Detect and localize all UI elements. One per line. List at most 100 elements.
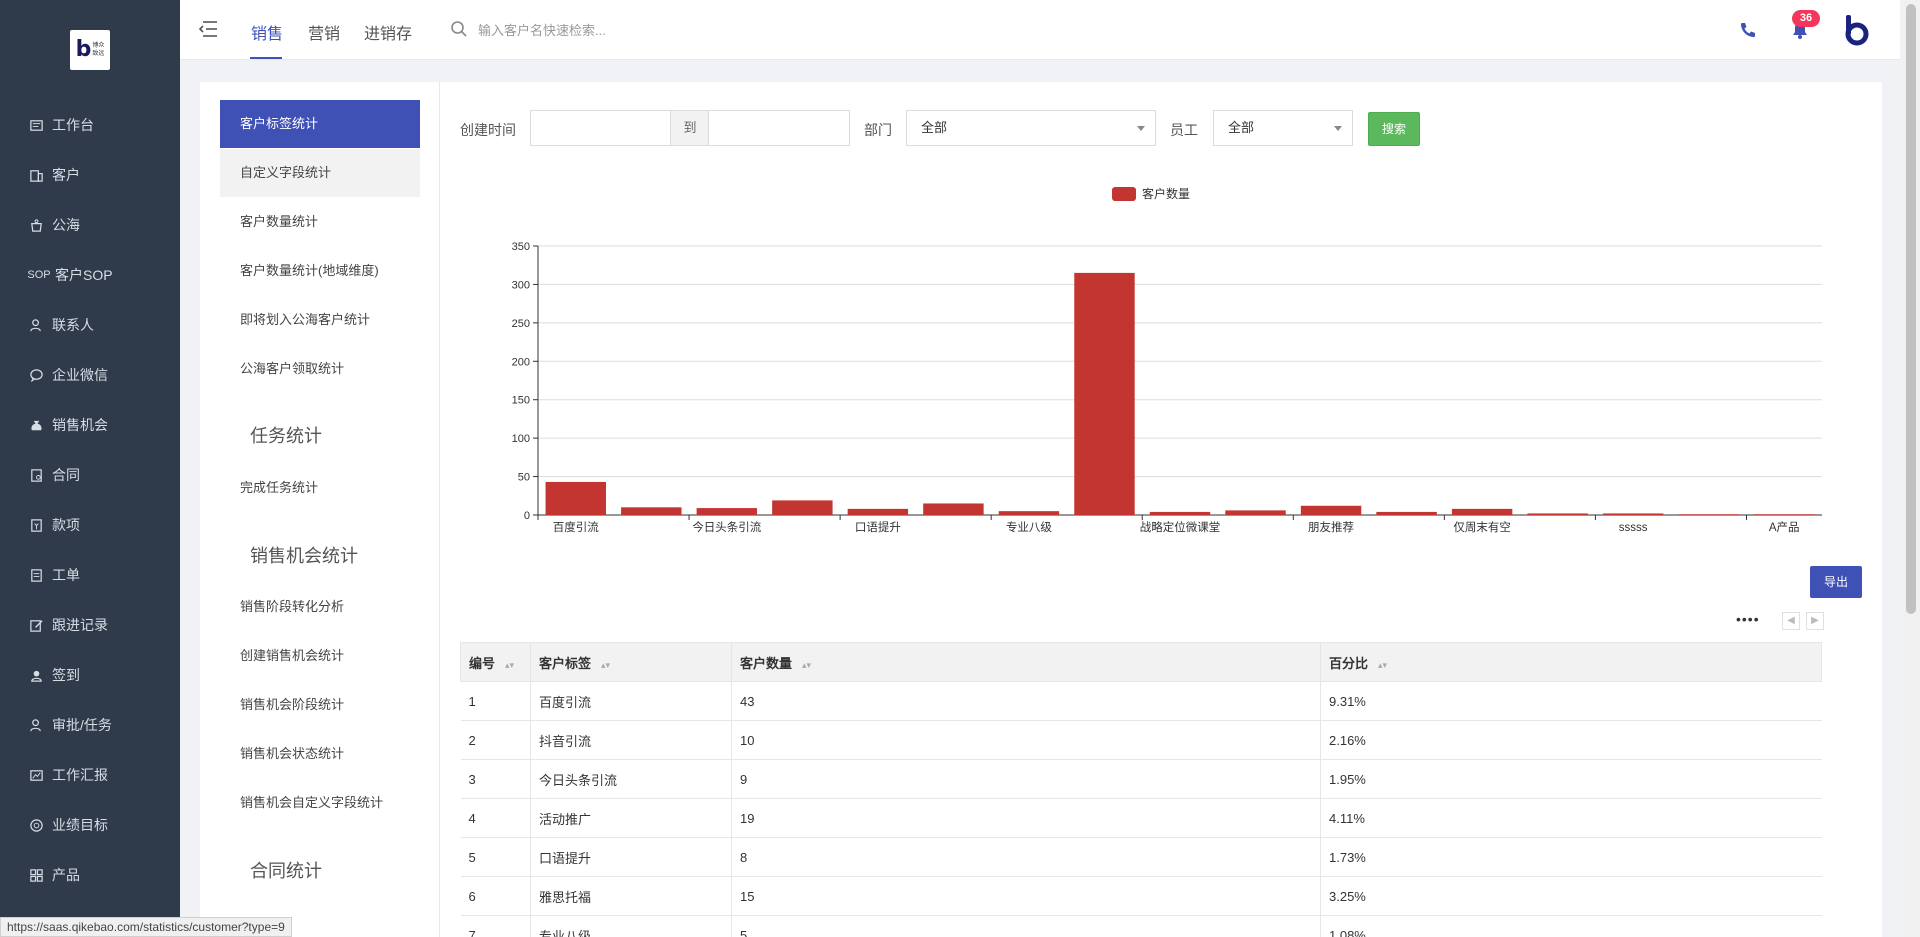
menu-customer-region-stats[interactable]: 客户数量统计(地域维度): [220, 247, 420, 295]
sidebar-item-checkin[interactable]: 签到: [0, 650, 180, 700]
contact-icon: [28, 317, 44, 333]
menu-opportunity-status[interactable]: 销售机会状态统计: [220, 730, 420, 778]
sidebar-item-wechat[interactable]: 企业微信: [0, 350, 180, 400]
logo-letter: b: [75, 37, 92, 62]
cell-id: 5: [460, 837, 531, 877]
next-page-icon[interactable]: ▶: [1806, 612, 1824, 630]
logo[interactable]: b 博众 致远: [70, 30, 110, 70]
bar: [696, 508, 758, 515]
bar: [1602, 513, 1664, 515]
sidebar-item-label: 公海: [52, 217, 80, 233]
menu-stage-conversion[interactable]: 销售阶段转化分析: [220, 583, 420, 631]
chevron-down-icon: [1334, 126, 1342, 131]
table-row[interactable]: 3 今日头条引流 9 1.95%: [460, 759, 1822, 799]
user-avatar[interactable]: [1840, 14, 1870, 46]
phone-icon[interactable]: [1738, 20, 1758, 40]
sidebar-item-customer[interactable]: 客户: [0, 150, 180, 200]
sidebar-item-report[interactable]: 工作汇报: [0, 750, 180, 800]
legend-label: 客户数量: [1142, 186, 1190, 201]
menu-toggle-icon[interactable]: [198, 20, 218, 38]
sort-icon[interactable]: ▴▾: [505, 660, 514, 670]
sidebar-item-contact[interactable]: 联系人: [0, 300, 180, 350]
table-row[interactable]: 4 活动推广 19 4.11%: [460, 798, 1822, 838]
menu-customer-count-stats[interactable]: 客户数量统计: [220, 198, 420, 246]
sidebar-item-approval[interactable]: 审批/任务: [0, 700, 180, 750]
notification-badge: 36: [1792, 10, 1820, 27]
bar: [1376, 511, 1437, 515]
sidebar-item-contract[interactable]: 合同: [0, 450, 180, 500]
export-button[interactable]: 导出: [1810, 566, 1862, 598]
prev-page-icon[interactable]: ◀: [1782, 612, 1800, 630]
menu-opportunity-custom-field[interactable]: 销售机会自定义字段统计: [220, 779, 420, 827]
report-icon: [28, 767, 44, 783]
table-row[interactable]: 5 口语提升 8 1.73%: [460, 837, 1822, 877]
cell-percent: 3.25%: [1320, 876, 1822, 916]
end-date-input[interactable]: [708, 110, 850, 146]
sidebar-item-payment[interactable]: 款项: [0, 500, 180, 550]
bar: [923, 503, 984, 515]
bar: [998, 511, 1060, 515]
tab-marketing[interactable]: 营销: [308, 20, 340, 44]
cell-count: 10: [731, 720, 1321, 760]
sidebar-item-label: 产品: [52, 867, 80, 883]
contract-icon: [28, 467, 44, 483]
cell-id: 7: [460, 915, 531, 937]
bar: [772, 500, 833, 515]
start-date-input[interactable]: [530, 110, 672, 146]
sidebar-item-ticket[interactable]: 工单: [0, 550, 180, 600]
bar: [1678, 514, 1739, 515]
sidebar-item-workbench[interactable]: 工作台: [0, 100, 180, 150]
sort-icon[interactable]: ▴▾: [1378, 660, 1387, 670]
y-tick-label: 150: [512, 395, 530, 407]
cell-count: 8: [731, 837, 1321, 877]
wechat-icon: [28, 367, 44, 383]
page-scrollbar[interactable]: [1902, 0, 1920, 937]
col-header-id[interactable]: 编号 ▴▾: [460, 642, 531, 682]
sort-icon[interactable]: ▴▾: [802, 660, 811, 670]
table-row[interactable]: 1 百度引流 43 9.31%: [460, 681, 1822, 721]
sidebar-item-money-bag[interactable]: 销售机会: [0, 400, 180, 450]
active-tab-underline: [250, 57, 282, 59]
sidebar-item-product[interactable]: 产品: [0, 850, 180, 900]
sort-icon[interactable]: ▴▾: [601, 660, 610, 670]
menu-custom-field-stats[interactable]: 自定义字段统计: [220, 149, 420, 197]
search-button[interactable]: 搜索: [1368, 112, 1420, 146]
y-tick-label: 50: [518, 472, 530, 484]
y-tick-label: 350: [512, 241, 530, 253]
sidebar: b 博众 致远 工作台客户公海 SOP 客户SOP 联系人 企业微信销售机会合同 款项 工单…: [0, 0, 180, 937]
group-title-contract: 合同统计: [250, 861, 322, 881]
product-icon: [28, 867, 44, 883]
y-tick-label: 200: [512, 356, 530, 368]
menu-task-complete-stats[interactable]: 完成任务统计: [220, 464, 420, 512]
sidebar-item-sea[interactable]: 公海: [0, 200, 180, 250]
cell-tag: 专业八级: [530, 915, 732, 937]
sidebar-item-label: 销售机会: [52, 417, 108, 433]
statistics-menu: 客户标签统计 自定义字段统计 客户数量统计 客户数量统计(地域维度) 即将划入公…: [200, 82, 440, 937]
tab-sales[interactable]: 销售: [251, 20, 283, 44]
table-row[interactable]: 6 雅思托福 15 3.25%: [460, 876, 1822, 916]
sidebar-item-label: 跟进记录: [52, 617, 108, 633]
menu-to-sea-stats[interactable]: 即将划入公海客户统计: [220, 296, 420, 344]
col-header-tag[interactable]: 客户标签 ▴▾: [530, 642, 732, 682]
sidebar-item-edit[interactable]: 跟进记录: [0, 600, 180, 650]
sidebar-item-target[interactable]: 业绩目标: [0, 800, 180, 850]
bar: [1225, 510, 1286, 515]
cell-count: 9: [731, 759, 1321, 799]
x-tick-label: A产品: [1769, 520, 1800, 534]
sidebar-item-sop[interactable]: SOP 客户SOP: [0, 250, 180, 300]
staff-select[interactable]: 全部: [1213, 110, 1353, 146]
menu-opportunity-stage[interactable]: 销售机会阶段统计: [220, 681, 420, 729]
table-row[interactable]: 7 专业八级 5 1.08%: [460, 915, 1822, 937]
col-header-percent[interactable]: 百分比 ▴▾: [1320, 642, 1822, 682]
sidebar-item-label: 客户: [52, 167, 80, 183]
table-row[interactable]: 2 抖音引流 10 2.16%: [460, 720, 1822, 760]
menu-create-opportunity[interactable]: 创建销售机会统计: [220, 632, 420, 680]
customer-search-input[interactable]: [478, 18, 778, 42]
menu-sea-claim-stats[interactable]: 公海客户领取统计: [220, 345, 420, 393]
workbench-icon: [28, 117, 44, 133]
dept-select[interactable]: 全部: [906, 110, 1156, 146]
menu-customer-tag-stats[interactable]: 客户标签统计: [220, 100, 420, 148]
tab-inventory[interactable]: 进销存: [364, 20, 412, 44]
col-header-count[interactable]: 客户数量 ▴▾: [731, 642, 1321, 682]
scrollbar-thumb[interactable]: [1906, 4, 1916, 614]
